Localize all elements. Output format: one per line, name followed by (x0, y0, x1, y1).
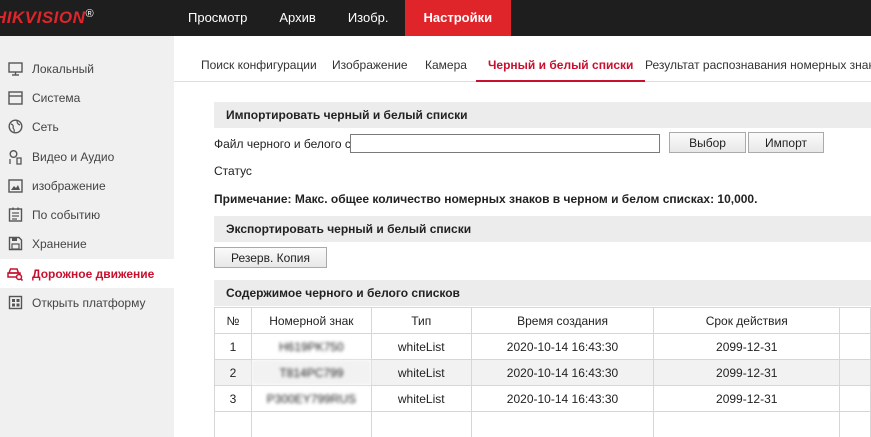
expiry-date: 2099-12-31 (653, 359, 841, 386)
main-nav: Просмотр Архив Изобр. Настройки (172, 0, 512, 36)
nav-tab-live[interactable]: Просмотр (172, 0, 263, 36)
expiry-date: 2099-12-31 (653, 333, 841, 360)
table-row[interactable]: 2 T814PC799 whiteList 2020-10-14 16:43:3… (214, 359, 871, 386)
storage-icon (7, 236, 23, 252)
table-row-empty (214, 411, 871, 437)
empty-cell (839, 333, 871, 360)
tab-camera[interactable]: Камера (425, 36, 467, 82)
column-header: Срок действия (653, 307, 841, 334)
plate-number: H619PK750 (250, 333, 372, 360)
sidebar-item-traffic[interactable]: Дорожное движение (0, 259, 174, 288)
empty-cell (370, 411, 472, 437)
top-bar: HIKVISION® Просмотр Архив Изобр. Настрой… (0, 0, 871, 36)
column-header: Тип (370, 307, 472, 334)
sidebar-item-label: Видео и Аудио (32, 149, 115, 164)
file-label: Файл черного и белого с... (214, 137, 361, 151)
tab-plate-recognition-result[interactable]: Результат распознавания номерных знаков (645, 36, 871, 82)
hikvision-logo: HIKVISION® (0, 8, 94, 28)
nav-tab-archive[interactable]: Архив (263, 0, 331, 36)
plate-number: P300EY799RUS (250, 385, 372, 412)
sidebar-item-image[interactable]: изображение (0, 171, 174, 200)
backup-button[interactable]: Резерв. Копия (214, 247, 327, 268)
nav-tab-settings[interactable]: Настройки (404, 0, 512, 36)
import-section-title: Импортировать черный и белый списки (214, 102, 871, 128)
sidebar-item-open-platform[interactable]: Открыть платформу (0, 288, 174, 317)
browse-button[interactable]: Выбор (669, 132, 746, 153)
sidebar: Локальный Система Сеть Видео и Аудио изо… (0, 36, 174, 437)
system-icon (7, 90, 23, 106)
sidebar-item-video-audio[interactable]: Видео и Аудио (0, 142, 174, 171)
list-type: whiteList (370, 385, 472, 412)
empty-cell (470, 411, 655, 437)
list-type: whiteList (370, 333, 472, 360)
column-header: Номерной знак (250, 307, 372, 334)
table-row[interactable]: 1 H619PK750 whiteList 2020-10-14 16:43:3… (214, 333, 871, 360)
row-number: 3 (214, 385, 252, 412)
column-header: Время создания (470, 307, 655, 334)
empty-cell (250, 411, 372, 437)
tab-black-white-list[interactable]: Черный и белый списки (476, 36, 646, 82)
created-time: 2020-10-14 16:43:30 (470, 333, 655, 360)
logo-mark: ® (85, 8, 95, 20)
video-audio-icon (7, 149, 23, 165)
monitor-icon (7, 61, 23, 77)
empty-cell (653, 411, 841, 437)
column-header-empty (839, 307, 871, 334)
sidebar-item-network[interactable]: Сеть (0, 112, 174, 141)
empty-cell (214, 411, 252, 437)
sidebar-item-event[interactable]: По событию (0, 200, 174, 229)
created-time: 2020-10-14 16:43:30 (470, 385, 655, 412)
max-plates-note: Примечание: Макс. общее количество номер… (214, 192, 758, 206)
tab-config-search[interactable]: Поиск конфигурации (201, 36, 317, 82)
status-label: Статус (214, 164, 252, 178)
sidebar-item-label: Локальный (32, 61, 94, 76)
sidebar-item-label: Сеть (32, 119, 59, 134)
row-number: 1 (214, 333, 252, 360)
list-type: whiteList (370, 359, 472, 386)
column-header: № (214, 307, 252, 334)
sidebar-item-local[interactable]: Локальный (0, 54, 174, 83)
sidebar-item-label: Хранение (32, 236, 87, 251)
table-header-row: № Номерной знак Тип Время создания Срок … (214, 307, 871, 334)
globe-icon (7, 119, 23, 135)
logo-brand: HIKVISION (0, 8, 86, 27)
plate-number: T814PC799 (250, 359, 372, 386)
empty-cell (839, 385, 871, 412)
import-button[interactable]: Импорт (748, 132, 824, 153)
black-white-list-table: № Номерной знак Тип Время создания Срок … (214, 307, 871, 437)
tab-image[interactable]: Изображение (332, 36, 408, 82)
sidebar-item-label: Открыть платформу (32, 295, 146, 310)
traffic-icon (7, 266, 23, 282)
sub-tabs: Поиск конфигурации Изображение Камера Че… (174, 36, 871, 82)
empty-cell (839, 359, 871, 386)
sidebar-item-label: Дорожное движение (32, 266, 155, 281)
table-row[interactable]: 3 P300EY799RUS whiteList 2020-10-14 16:4… (214, 385, 871, 412)
empty-cell (839, 411, 871, 437)
nav-tab-picture[interactable]: Изобр. (332, 0, 405, 36)
expiry-date: 2099-12-31 (653, 385, 841, 412)
platform-icon (7, 295, 23, 311)
row-number: 2 (214, 359, 252, 386)
export-section-title: Экспортировать черный и белый списки (214, 216, 871, 242)
created-time: 2020-10-14 16:43:30 (470, 359, 655, 386)
sidebar-item-label: изображение (32, 178, 106, 193)
sidebar-item-system[interactable]: Система (0, 83, 174, 112)
sidebar-item-storage[interactable]: Хранение (0, 229, 174, 258)
event-icon (7, 207, 23, 223)
file-path-input[interactable] (350, 134, 660, 153)
sidebar-item-label: По событию (32, 207, 101, 222)
list-section-title: Содержимое черного и белого списков (214, 280, 871, 306)
sidebar-item-label: Система (32, 90, 81, 105)
image-icon (7, 178, 23, 194)
